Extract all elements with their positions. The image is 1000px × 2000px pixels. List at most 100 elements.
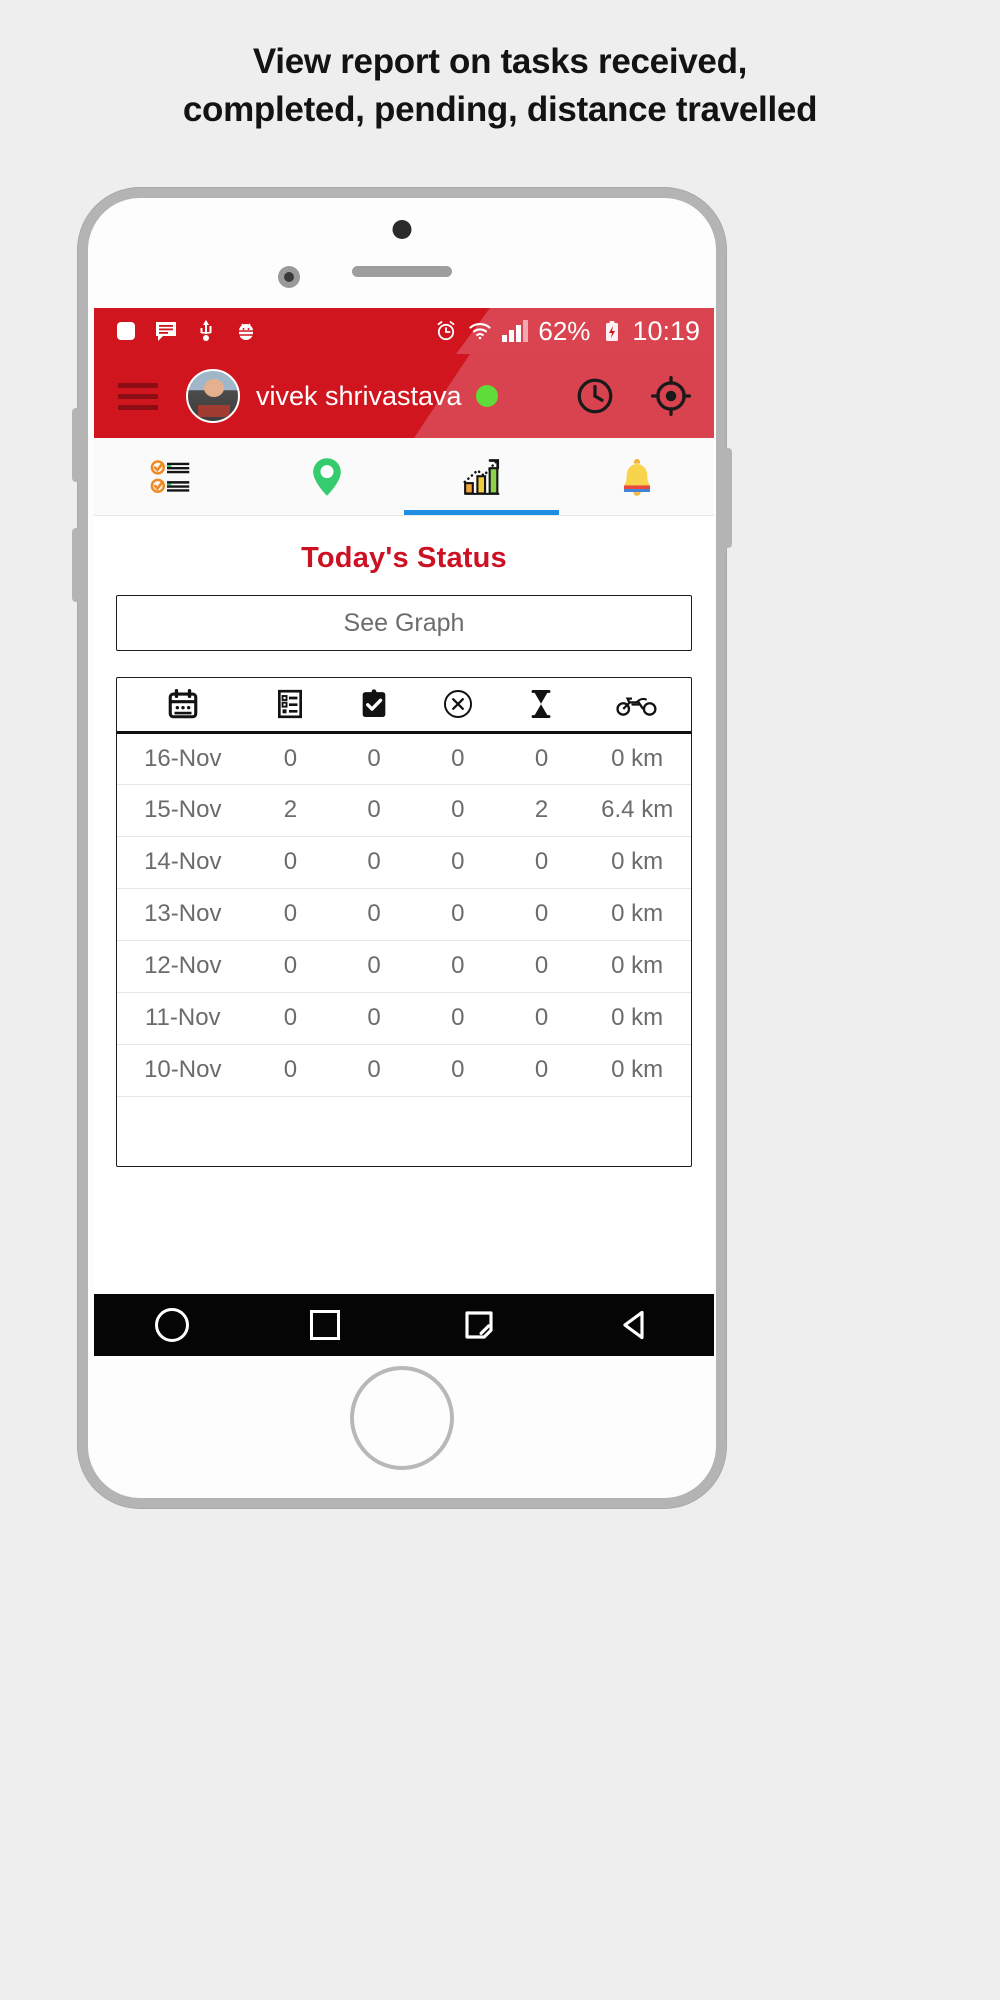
cell-received: 0 bbox=[248, 1044, 333, 1097]
hamburger-menu-icon[interactable] bbox=[118, 382, 158, 410]
cell-pending: 0 bbox=[499, 888, 584, 941]
cell-date: 14-Nov bbox=[117, 836, 249, 889]
tab-report[interactable] bbox=[404, 438, 559, 515]
tab-tasks[interactable] bbox=[94, 438, 249, 515]
table-row[interactable]: 14-Nov 0 0 0 0 0 km bbox=[117, 836, 691, 889]
checklist-icon bbox=[150, 459, 189, 493]
front-camera-icon bbox=[278, 266, 300, 288]
cell-received: 0 bbox=[248, 940, 333, 993]
table-row[interactable]: 12-Nov 0 0 0 0 0 km bbox=[117, 940, 691, 993]
cell-cancelled: 0 bbox=[415, 732, 500, 785]
wifi-icon bbox=[469, 323, 491, 340]
volume-down-button[interactable] bbox=[72, 528, 80, 602]
earpiece-speaker bbox=[352, 266, 452, 277]
power-button[interactable] bbox=[724, 448, 732, 548]
my-location-icon[interactable] bbox=[650, 375, 692, 417]
column-header-received bbox=[248, 678, 333, 734]
history-clock-icon[interactable] bbox=[574, 375, 616, 417]
cell-distance: 0 km bbox=[583, 992, 691, 1045]
cell-completed: 0 bbox=[332, 1044, 416, 1097]
table-row[interactable]: 13-Nov 0 0 0 0 0 km bbox=[117, 888, 691, 941]
calendar-icon bbox=[168, 689, 198, 719]
app-bar-actions bbox=[574, 375, 692, 417]
cell-completed: 0 bbox=[332, 784, 416, 837]
cell-date: 11-Nov bbox=[117, 992, 249, 1045]
cell-distance: 0 km bbox=[583, 940, 691, 993]
nav-recents-button[interactable] bbox=[309, 1310, 340, 1340]
status-bar: 62% 10:19 bbox=[94, 308, 714, 354]
battery-percent-label: 62% bbox=[538, 315, 591, 346]
proximity-sensor-icon bbox=[392, 220, 412, 239]
table-row[interactable]: 15-Nov 2 0 0 2 6.4 km bbox=[117, 784, 691, 837]
cell-cancelled: 0 bbox=[415, 784, 500, 837]
cell-distance: 0 km bbox=[583, 888, 691, 941]
cell-pending: 0 bbox=[499, 940, 584, 993]
nav-screenshot-button[interactable] bbox=[461, 1307, 497, 1343]
cell-cancelled: 0 bbox=[415, 836, 500, 889]
back-triangle-icon bbox=[622, 1310, 644, 1340]
promo-screenshot: View report on tasks received, completed… bbox=[0, 0, 1000, 2000]
table-row[interactable]: 11-Nov 0 0 0 0 0 km bbox=[117, 992, 691, 1045]
cell-distance: 0 km bbox=[583, 836, 691, 889]
cell-pending: 2 bbox=[499, 784, 584, 837]
avatar[interactable] bbox=[186, 369, 240, 423]
usb-icon bbox=[200, 320, 212, 341]
clock-label: 10:19 bbox=[632, 315, 700, 346]
location-pin-icon bbox=[312, 457, 341, 496]
column-header-distance bbox=[583, 678, 691, 734]
cell-pending: 0 bbox=[499, 1044, 584, 1097]
table-header-row bbox=[117, 678, 691, 734]
screenshot-icon bbox=[464, 1311, 493, 1339]
battery-charging-icon bbox=[606, 321, 619, 341]
cell-cancelled: 0 bbox=[415, 992, 500, 1045]
bell-icon bbox=[623, 458, 650, 496]
cell-received: 2 bbox=[248, 784, 333, 837]
recents-square-icon bbox=[309, 1310, 340, 1340]
column-header-cancelled bbox=[415, 678, 500, 734]
cell-completed: 0 bbox=[332, 888, 416, 941]
column-header-pending bbox=[499, 678, 584, 734]
android-debug-bug-icon bbox=[236, 323, 256, 340]
cell-pending: 0 bbox=[499, 732, 584, 785]
cell-date: 12-Nov bbox=[117, 940, 249, 993]
cell-completed: 0 bbox=[332, 732, 416, 785]
cell-pending: 0 bbox=[499, 836, 584, 889]
phone-screen: 62% 10:19 vivek shrivastava Today's Stat… bbox=[94, 308, 714, 1356]
app-header-bar: vivek shrivastava bbox=[94, 354, 714, 438]
clipboard-check-icon bbox=[362, 689, 386, 718]
headline-line-1: View report on tasks received, bbox=[252, 42, 748, 81]
column-header-date bbox=[117, 678, 249, 734]
section-title: Today's Status bbox=[301, 542, 507, 574]
cell-received: 0 bbox=[248, 992, 333, 1045]
signal-bars-icon bbox=[502, 320, 529, 342]
cell-completed: 0 bbox=[332, 836, 416, 889]
cell-completed: 0 bbox=[332, 992, 416, 1045]
table-row[interactable]: 16-Nov 0 0 0 0 0 km bbox=[117, 732, 691, 785]
cell-distance: 0 km bbox=[583, 732, 691, 785]
cell-received: 0 bbox=[248, 888, 333, 941]
cell-received: 0 bbox=[248, 732, 333, 785]
tab-map[interactable] bbox=[249, 438, 404, 515]
task-list-icon bbox=[278, 690, 303, 719]
android-nav-bar bbox=[94, 1294, 714, 1356]
report-table: 16-Nov 0 0 0 0 0 km 15-Nov 2 0 0 2 6.4 km 14-Nov 0 0 0 0… bbox=[117, 678, 691, 1097]
cell-completed: 0 bbox=[332, 940, 416, 993]
home-button[interactable] bbox=[350, 1366, 454, 1470]
report-table-card: 16-Nov 0 0 0 0 0 km 15-Nov 2 0 0 2 6.4 km 14-Nov 0 0 0 0… bbox=[116, 677, 692, 1167]
x-circle-icon bbox=[443, 690, 472, 719]
nav-home-button[interactable] bbox=[154, 1308, 189, 1342]
tab-notifications[interactable] bbox=[559, 438, 714, 515]
page-title: View report on tasks received, completed… bbox=[0, 38, 1000, 134]
bar-chart-growth-icon bbox=[463, 458, 499, 495]
cell-cancelled: 0 bbox=[415, 888, 500, 941]
home-circle-icon bbox=[154, 1308, 189, 1342]
sms-message-icon bbox=[156, 322, 176, 341]
volume-up-button[interactable] bbox=[72, 408, 80, 482]
cell-cancelled: 0 bbox=[415, 940, 500, 993]
see-graph-button[interactable]: See Graph bbox=[116, 595, 692, 651]
headline-line-2: completed, pending, distance travelled bbox=[182, 90, 818, 129]
table-row[interactable]: 10-Nov 0 0 0 0 0 km bbox=[117, 1044, 691, 1097]
nav-back-button[interactable] bbox=[618, 1307, 654, 1343]
report-content: Today's Status See Graph 16-Nov 0 0 0 0 … bbox=[94, 516, 714, 1294]
status-bar-left-icons bbox=[114, 319, 258, 343]
